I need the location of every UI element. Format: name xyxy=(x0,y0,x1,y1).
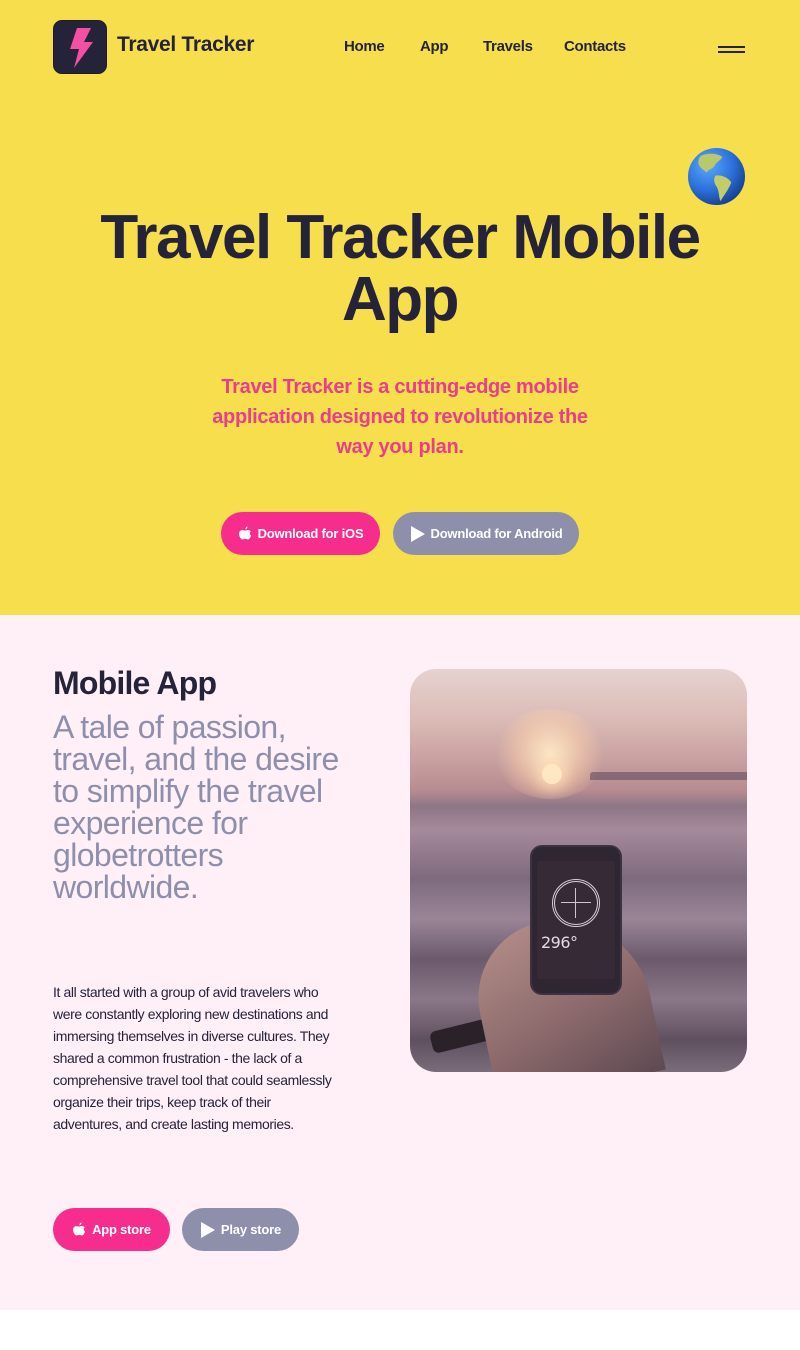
sun xyxy=(542,764,562,784)
hero-subtitle: Travel Tracker is a cutting-edge mobile … xyxy=(212,376,588,458)
about-body: It all started with a group of avid trav… xyxy=(53,984,332,1132)
download-ios-label: Download for iOS xyxy=(257,526,364,541)
phone-screen: 296° xyxy=(537,861,615,979)
lightning-bolt-icon xyxy=(70,28,93,68)
play-icon xyxy=(200,1221,215,1238)
apple-icon xyxy=(238,526,251,539)
nav-home[interactable]: Home xyxy=(344,38,385,55)
hamburger-menu-icon[interactable] xyxy=(716,40,748,58)
hero-title: Travel Tracker Mobile App xyxy=(100,203,701,334)
compass-icon xyxy=(552,879,600,927)
page-bottom xyxy=(0,1310,800,1350)
about-section: Mobile App A tale of passion, travel, an… xyxy=(0,615,800,1310)
compass-heading: 296° xyxy=(541,933,578,952)
hero-section: Travel Tracker Home App Travels Contacts… xyxy=(0,0,800,615)
play-icon xyxy=(410,525,425,542)
sun-glow xyxy=(495,709,605,799)
phone: 296° xyxy=(530,845,622,995)
download-ios-button[interactable]: Download for iOS xyxy=(221,512,380,555)
nav-app[interactable]: App xyxy=(420,38,449,55)
play-store-label: Play store xyxy=(220,1222,282,1237)
download-android-button[interactable]: Download for Android xyxy=(393,512,579,555)
logo[interactable] xyxy=(53,20,107,74)
brand-name[interactable]: Travel Tracker xyxy=(117,33,254,57)
pier xyxy=(590,772,747,780)
play-store-button[interactable]: Play store xyxy=(182,1208,299,1251)
app-store-label: App store xyxy=(92,1222,151,1237)
site-header: Travel Tracker Home App Travels Contacts xyxy=(0,0,800,95)
about-tagline: A tale of passion, travel, and the desir… xyxy=(53,709,339,905)
download-android-label: Download for Android xyxy=(430,526,563,541)
nav-contacts[interactable]: Contacts xyxy=(564,38,626,55)
globe-americas-icon xyxy=(687,147,746,206)
apple-icon xyxy=(73,1222,86,1235)
app-photo: 296° xyxy=(410,669,747,1072)
about-heading: Mobile App xyxy=(53,665,217,701)
nav-travels[interactable]: Travels xyxy=(483,38,533,55)
app-store-button[interactable]: App store xyxy=(53,1208,170,1251)
